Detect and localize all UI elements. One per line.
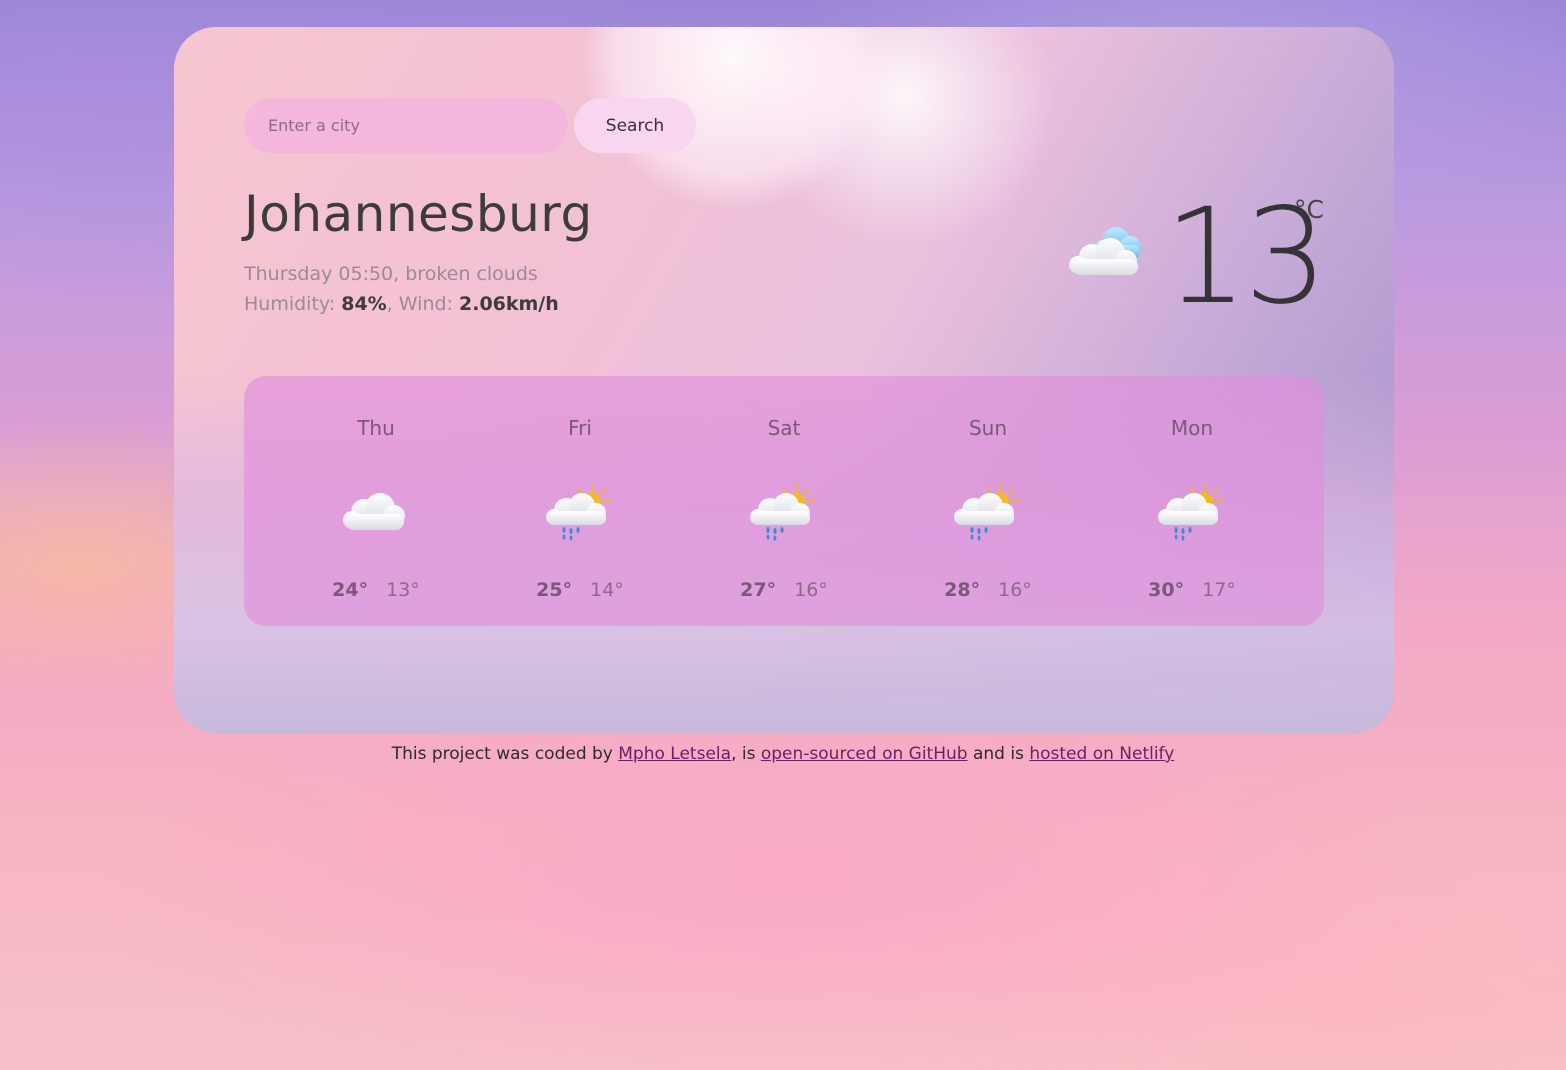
forecast-min-temp: 16° [794, 579, 828, 601]
search-button[interactable]: Search [574, 98, 696, 153]
forecast-temps: 27° 16° [682, 579, 886, 601]
forecast-min-temp: 14° [590, 579, 624, 601]
forecast-max-temp: 27° [740, 579, 777, 601]
forecast-day: Fri 25° 14° [478, 376, 682, 626]
footer-text: , is [731, 744, 761, 764]
forecast-max-temp: 28° [944, 579, 981, 601]
sun-cloud-rain-icon [546, 483, 611, 541]
author-link[interactable]: Mpho Letsela [618, 744, 731, 764]
github-link[interactable]: open-sourced on GitHub [761, 744, 968, 764]
humidity-label: Humidity: [244, 293, 336, 315]
forecast-min-temp: 17° [1202, 579, 1236, 601]
forecast-temps: 24° 13° [274, 579, 478, 601]
forecast-temps: 25° 14° [478, 579, 682, 601]
forecast-day-name: Mon [1170, 416, 1214, 440]
footer-text: This project was coded by [391, 744, 619, 764]
current-details: Thursday 05:50, broken clouds Humidity: … [244, 259, 559, 319]
forecast-temps: 30° 17° [1090, 579, 1294, 601]
forecast-day-name: Sat [767, 416, 801, 440]
search-form: Search [244, 98, 696, 153]
forecast-min-temp: 16° [998, 579, 1032, 601]
wind-label: Wind: [398, 293, 453, 315]
search-input[interactable] [244, 98, 568, 153]
forecast-max-temp: 24° [332, 579, 369, 601]
footer-text: and is [967, 744, 1030, 764]
day-time: Thursday 05:50 [244, 263, 394, 285]
footer: This project was coded by Mpho Letsela, … [0, 744, 1566, 764]
cloud-icon [343, 493, 405, 530]
netlify-link[interactable]: hosted on Netlify [1029, 744, 1174, 764]
humidity-value: 84% [341, 293, 387, 315]
forecast-day: Sun 28° 16° [886, 376, 1090, 626]
sun-cloud-rain-icon [954, 483, 1019, 541]
humidity-wind-line: Humidity: 84%, Wind: 2.06km/h [244, 289, 559, 319]
weather-card: Search Johannesburg Thursday 05:50, brok… [174, 27, 1394, 733]
forecast-day: Mon 30° 17° [1090, 376, 1294, 626]
forecast-day-name: Thu [357, 416, 395, 440]
forecast-panel: Thu 24° 13° Fri 25° 14° Sat 27° 16° Sun … [244, 376, 1324, 626]
wind-value: 2.06km/h [459, 293, 559, 315]
forecast-max-temp: 30° [1148, 579, 1185, 601]
sun-cloud-rain-icon [1158, 483, 1223, 541]
weather-description: broken clouds [405, 263, 538, 285]
separator: , [393, 263, 406, 285]
forecast-temps: 28° 16° [886, 579, 1090, 601]
separator: , [386, 293, 399, 315]
date-description-line: Thursday 05:50, broken clouds [244, 259, 559, 289]
sun-cloud-rain-icon [750, 483, 815, 541]
forecast-day-name: Fri [568, 416, 592, 440]
broken-clouds-icon [1069, 227, 1141, 275]
forecast-day: Sat 27° 16° [682, 376, 886, 626]
forecast-day: Thu 24° 13° [274, 376, 478, 626]
temperature-unit: °C [1294, 195, 1324, 224]
forecast-min-temp: 13° [386, 579, 420, 601]
forecast-max-temp: 25° [536, 579, 573, 601]
city-name: Johannesburg [244, 185, 593, 243]
forecast-day-name: Sun [968, 416, 1008, 440]
